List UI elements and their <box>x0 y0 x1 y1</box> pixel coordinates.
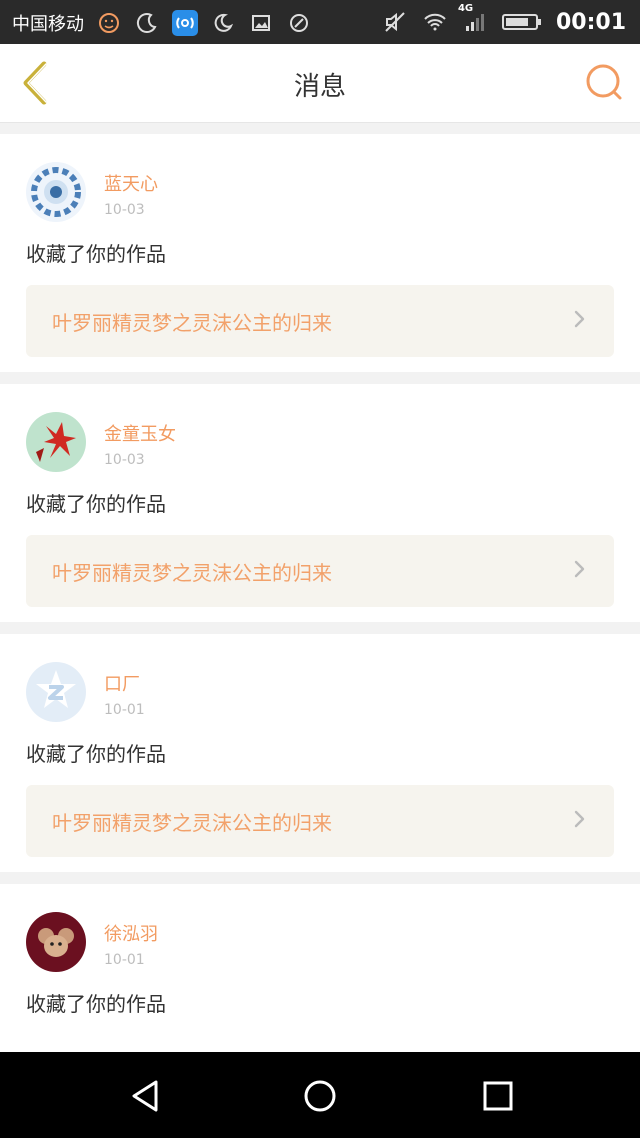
moon-star-icon <box>134 10 160 36</box>
username[interactable]: 金童玉女 <box>104 420 176 446</box>
message-date: 10-01 <box>104 702 145 718</box>
system-nav-bar <box>0 1052 640 1138</box>
message-date: 10-03 <box>104 202 145 218</box>
signal-icon: 4G <box>458 3 488 35</box>
circle-home-icon <box>304 1080 336 1112</box>
status-bar: 中国移动 4G 00:01 <box>0 0 640 44</box>
image-icon <box>248 10 274 36</box>
username[interactable]: 蓝天心 <box>104 170 158 196</box>
action-text: 收藏了你的作品 <box>26 992 166 1016</box>
work-link[interactable]: 叶罗丽精灵梦之灵沫公主的归来 <box>26 535 614 607</box>
chevron-right-icon <box>570 560 588 582</box>
square-recents-icon <box>483 1081 513 1111</box>
avatar[interactable] <box>26 412 86 472</box>
message-list[interactable]: 蓝天心 10-03 收藏了你的作品 叶罗丽精灵梦之灵沫公主的归来 金童玉女 10… <box>0 122 640 1052</box>
moon-icon <box>210 10 236 36</box>
nav-recents-button[interactable] <box>476 1074 520 1118</box>
avatar[interactable] <box>26 912 86 972</box>
action-text: 收藏了你的作品 <box>26 492 166 516</box>
username[interactable]: 口厂 <box>104 670 145 696</box>
chevron-right-icon <box>570 310 588 332</box>
nav-home-button[interactable] <box>298 1074 342 1118</box>
emoji-icon <box>96 10 122 36</box>
username[interactable]: 徐泓羽 <box>104 920 158 946</box>
network-type: 4G <box>457 3 474 14</box>
clock: 00:01 <box>555 9 626 35</box>
chevron-right-icon <box>570 810 588 832</box>
avatar[interactable] <box>26 662 86 722</box>
work-title: 叶罗丽精灵梦之灵沫公主的归来 <box>52 310 332 335</box>
work-link[interactable]: 叶罗丽精灵梦之灵沫公主的归来 <box>26 785 614 857</box>
list-item: 蓝天心 10-03 收藏了你的作品 叶罗丽精灵梦之灵沫公主的归来 <box>0 134 640 372</box>
work-title: 叶罗丽精灵梦之灵沫公主的归来 <box>52 810 332 835</box>
header: 消息 <box>0 44 640 123</box>
page-title: 消息 <box>293 72 346 102</box>
battery-icon <box>501 9 542 35</box>
search-icon <box>586 64 622 100</box>
avatar[interactable] <box>26 162 86 222</box>
nav-back-button[interactable] <box>124 1074 168 1118</box>
list-item: 徐泓羽 10-01 收藏了你的作品 <box>0 884 640 1052</box>
action-text: 收藏了你的作品 <box>26 242 166 266</box>
wifi-icon <box>422 9 448 35</box>
action-text: 收藏了你的作品 <box>26 742 166 766</box>
list-item: 口厂 10-01 收藏了你的作品 叶罗丽精灵梦之灵沫公主的归来 <box>0 634 640 872</box>
list-item: 金童玉女 10-03 收藏了你的作品 叶罗丽精灵梦之灵沫公主的归来 <box>0 384 640 622</box>
message-date: 10-03 <box>104 452 145 468</box>
work-link[interactable]: 叶罗丽精灵梦之灵沫公主的归来 <box>26 285 614 357</box>
carrier-label: 中国移动 <box>12 14 84 35</box>
mute-icon <box>382 9 408 35</box>
app-icon <box>286 10 312 36</box>
search-button[interactable] <box>584 62 624 102</box>
triangle-back-icon <box>132 1080 158 1112</box>
message-date: 10-01 <box>104 952 145 968</box>
work-title: 叶罗丽精灵梦之灵沫公主的归来 <box>52 560 332 585</box>
hotspot-icon <box>172 10 198 36</box>
